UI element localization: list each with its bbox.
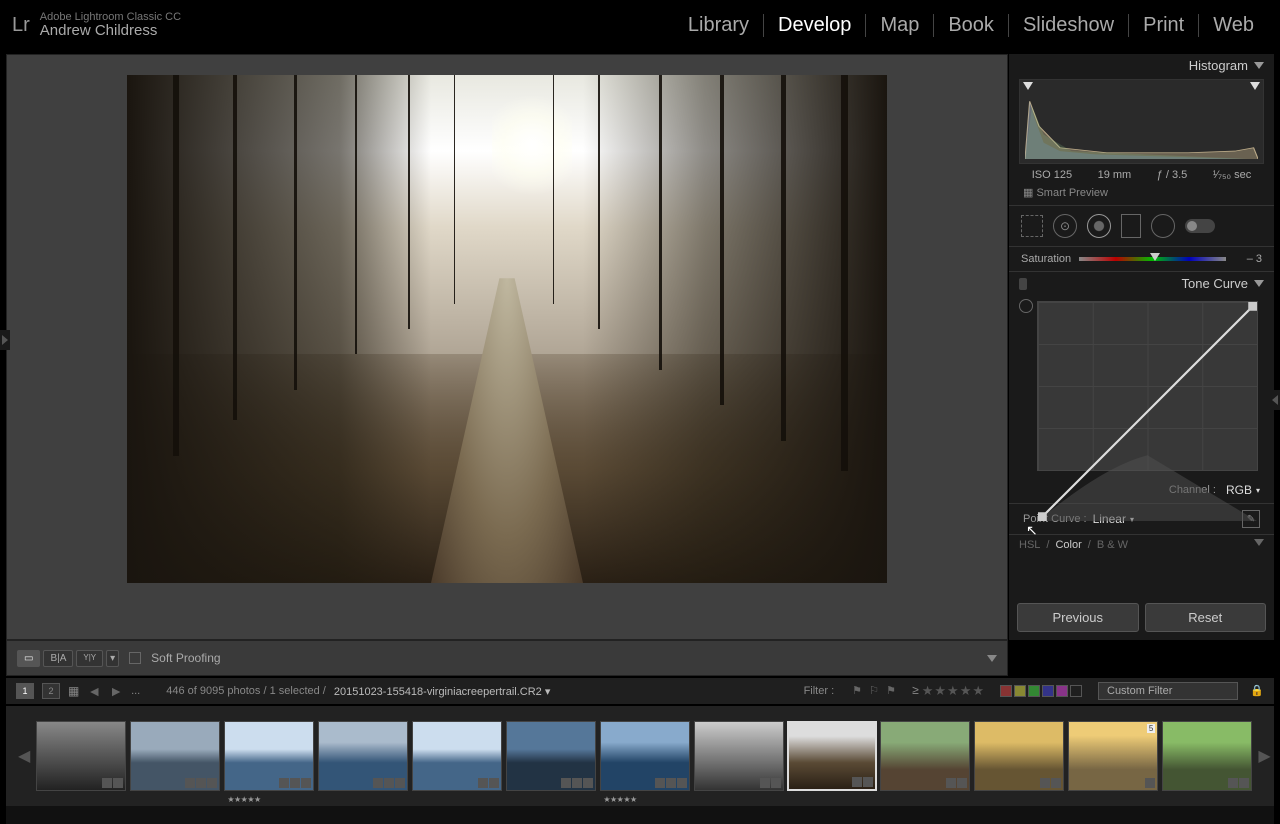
photo-count-text: 446 of 9095 photos / 1 selected / bbox=[166, 685, 326, 697]
tone-curve-graph[interactable] bbox=[1037, 301, 1258, 471]
soft-proof-checkbox[interactable] bbox=[129, 652, 141, 664]
thumb-5[interactable] bbox=[412, 721, 502, 791]
thumb-8[interactable] bbox=[694, 721, 784, 791]
nav-fwd-icon[interactable]: ► bbox=[109, 683, 123, 699]
module-web[interactable]: Web bbox=[1199, 14, 1268, 37]
thumb-10[interactable] bbox=[880, 721, 970, 791]
before-after-icon[interactable]: B|A bbox=[43, 650, 73, 667]
color-yellow[interactable] bbox=[1014, 685, 1026, 697]
saturation-slider[interactable] bbox=[1079, 257, 1226, 261]
right-panel-handle[interactable] bbox=[1270, 390, 1280, 410]
module-book[interactable]: Book bbox=[934, 14, 1009, 37]
panel-switch-icon[interactable] bbox=[1019, 278, 1027, 290]
nav-back-icon[interactable]: ◄ bbox=[87, 683, 101, 699]
radial-filter-icon[interactable] bbox=[1151, 214, 1175, 238]
module-print[interactable]: Print bbox=[1129, 14, 1199, 37]
flag-unflagged-icon[interactable]: ⚐ bbox=[869, 684, 883, 698]
highlight-clip-icon[interactable] bbox=[1250, 82, 1260, 90]
thumb-11[interactable] bbox=[974, 721, 1064, 791]
main-window-button[interactable]: 1 bbox=[16, 683, 34, 699]
collapse-icon[interactable] bbox=[1254, 280, 1264, 287]
color-blue[interactable] bbox=[1042, 685, 1054, 697]
previous-button[interactable]: Previous bbox=[1017, 603, 1139, 632]
app-logo: Lr bbox=[12, 14, 30, 37]
saturation-label: Saturation bbox=[1021, 253, 1071, 265]
preview-area[interactable] bbox=[6, 54, 1008, 640]
thumb-1[interactable] bbox=[36, 721, 126, 791]
tone-curve-header[interactable]: Tone Curve bbox=[1182, 276, 1264, 291]
loupe-view-icon[interactable]: ▭ bbox=[17, 650, 40, 667]
hsl-panel-tabs[interactable]: HSL / Color / B & W bbox=[1009, 535, 1274, 555]
color-green[interactable] bbox=[1028, 685, 1040, 697]
thumb-9-selected[interactable] bbox=[787, 721, 877, 791]
target-adjust-icon[interactable] bbox=[1019, 299, 1033, 313]
module-picker: Library Develop Map Book Slideshow Print… bbox=[674, 14, 1268, 37]
filter-lock-icon[interactable]: 🔒 bbox=[1250, 684, 1264, 698]
filter-preset-dropdown[interactable]: Custom Filter bbox=[1098, 682, 1238, 700]
spot-tool-icon[interactable]: ⊙ bbox=[1053, 214, 1077, 238]
exif-shutter: ¹⁄₇₅₀ sec bbox=[1213, 169, 1251, 181]
breadcrumb-prefix[interactable]: ... bbox=[131, 685, 140, 697]
shadow-clip-icon[interactable] bbox=[1023, 82, 1033, 90]
exif-aperture: ƒ / 3.5 bbox=[1157, 169, 1188, 181]
color-red[interactable] bbox=[1000, 685, 1012, 697]
filter-label: Filter : bbox=[804, 685, 835, 697]
color-none[interactable] bbox=[1070, 685, 1082, 697]
collapse-icon[interactable] bbox=[1254, 62, 1264, 69]
tone-curve-label: Tone Curve bbox=[1182, 276, 1248, 291]
rating-filter[interactable]: ≥ ★★★★★ bbox=[912, 683, 984, 699]
develop-tool-strip: ⊙ bbox=[1009, 206, 1274, 247]
grid-icon[interactable]: ▦ bbox=[68, 684, 79, 698]
compare-view-icon[interactable]: Y|Y bbox=[76, 650, 103, 667]
adjust-brush-icon[interactable] bbox=[1185, 219, 1215, 233]
thumb-13[interactable] bbox=[1162, 721, 1252, 791]
soft-proof-label[interactable]: Soft Proofing bbox=[151, 651, 220, 665]
thumb-4[interactable] bbox=[318, 721, 408, 791]
flag-picked-icon[interactable]: ⚑ bbox=[852, 684, 866, 698]
app-title: Adobe Lightroom Classic CC bbox=[40, 11, 181, 23]
module-library[interactable]: Library bbox=[674, 14, 764, 37]
module-map[interactable]: Map bbox=[866, 14, 934, 37]
filmstrip[interactable]: ◀ 5 ▶ bbox=[6, 706, 1274, 806]
color-purple[interactable] bbox=[1056, 685, 1068, 697]
filmstrip-right-icon[interactable]: ▶ bbox=[1256, 746, 1272, 766]
redeye-tool-icon[interactable] bbox=[1087, 214, 1111, 238]
saturation-value[interactable]: – 3 bbox=[1234, 253, 1262, 265]
flag-rejected-icon[interactable]: ⚑ bbox=[886, 684, 900, 698]
toolbar-options-icon[interactable] bbox=[987, 655, 997, 662]
thumb-7[interactable] bbox=[600, 721, 690, 791]
thumb-2[interactable] bbox=[130, 721, 220, 791]
grad-filter-icon[interactable] bbox=[1121, 214, 1141, 238]
histogram-label: Histogram bbox=[1189, 58, 1248, 73]
crop-tool-icon[interactable] bbox=[1021, 215, 1043, 237]
identity-plate[interactable]: Andrew Childress bbox=[40, 23, 181, 40]
reset-button[interactable]: Reset bbox=[1145, 603, 1267, 632]
thumb-3[interactable] bbox=[224, 721, 314, 791]
thumb-12[interactable]: 5 bbox=[1068, 721, 1158, 791]
histogram-panel-header[interactable]: Histogram bbox=[1009, 54, 1274, 77]
exif-iso: ISO 125 bbox=[1032, 169, 1072, 181]
module-slideshow[interactable]: Slideshow bbox=[1009, 14, 1129, 37]
smart-preview-indicator[interactable]: ▦ Smart Preview bbox=[1009, 184, 1274, 206]
exif-readout: ISO 125 19 mm ƒ / 3.5 ¹⁄₇₅₀ sec bbox=[1009, 166, 1274, 184]
exif-focal: 19 mm bbox=[1098, 169, 1132, 181]
view-dropdown-icon[interactable]: ▾ bbox=[106, 650, 119, 667]
thumb-6[interactable] bbox=[506, 721, 596, 791]
saturation-slider-row: Saturation – 3 bbox=[1009, 247, 1274, 272]
main-preview-image[interactable] bbox=[127, 75, 887, 583]
filmstrip-left-icon[interactable]: ◀ bbox=[16, 746, 32, 766]
module-develop[interactable]: Develop bbox=[764, 14, 866, 37]
second-window-button[interactable]: 2 bbox=[42, 683, 60, 699]
left-panel-handle[interactable] bbox=[0, 330, 10, 350]
filename-display[interactable]: 20151023-155418-virginiacreepertrail.CR2… bbox=[334, 685, 550, 698]
histogram-display[interactable] bbox=[1019, 79, 1264, 164]
